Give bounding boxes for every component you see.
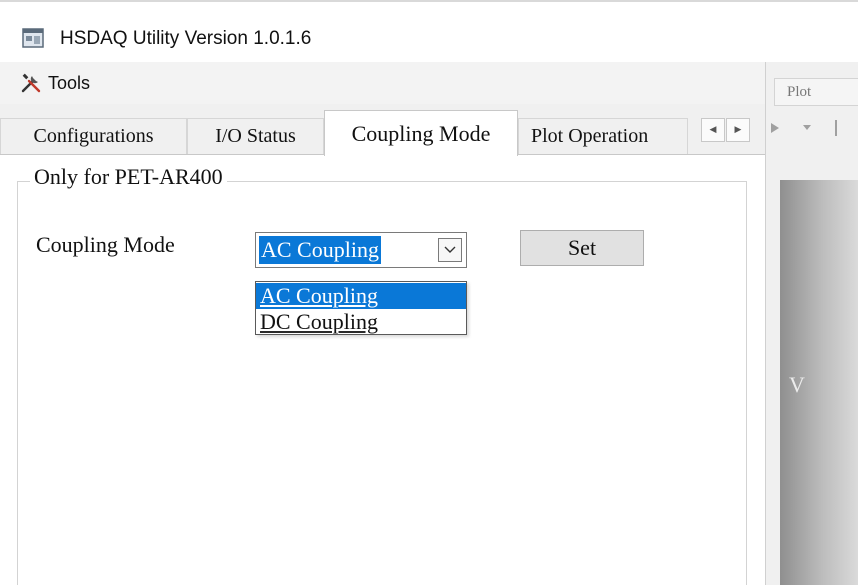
tab-plot-operation[interactable]: Plot Operation — [518, 118, 688, 154]
tools-icon — [21, 73, 41, 93]
plot-axis-label: V — [789, 372, 805, 397]
option-dc-coupling[interactable]: DC Coupling — [256, 309, 466, 335]
chevron-right-icon: ▶ — [734, 125, 742, 135]
app-window-icon — [22, 28, 44, 48]
groupbox-legend: Only for PET-AR400 — [30, 164, 227, 190]
tools-menu-label: Tools — [48, 72, 91, 93]
tab-scroll-right-button[interactable]: ▶ — [726, 118, 750, 142]
play-icon[interactable] — [770, 122, 780, 134]
window-title: HSDAQ Utility Version 1.0.1.6 — [60, 28, 312, 49]
option-ac-coupling[interactable]: AC Coupling — [256, 283, 466, 309]
tab-plot[interactable]: Plot — [774, 78, 858, 106]
tab-io-status[interactable]: I/O Status — [187, 118, 324, 154]
dropdown-button[interactable] — [438, 238, 462, 262]
set-button[interactable]: Set — [520, 230, 644, 266]
chevron-left-icon: ◀ — [709, 125, 717, 135]
tools-menu[interactable]: Tools — [20, 68, 90, 98]
coupling-mode-select[interactable]: AC Coupling — [255, 232, 467, 268]
tab-coupling-mode[interactable]: Coupling Mode — [324, 110, 518, 156]
coupling-mode-label: Coupling Mode — [36, 232, 175, 257]
title-bar: HSDAQ Utility Version 1.0.1.6 — [0, 0, 858, 62]
menu-bar: Tools — [0, 62, 765, 104]
plot-toolbar — [770, 120, 838, 136]
chevron-down-icon — [444, 246, 456, 253]
divider-icon — [835, 120, 837, 136]
tab-scroll-left-button[interactable]: ◀ — [701, 118, 725, 142]
chevron-down-icon[interactable] — [802, 124, 812, 132]
coupling-mode-selected-value: AC Coupling — [259, 236, 381, 264]
tab-configurations[interactable]: Configurations — [0, 118, 187, 154]
coupling-mode-dropdown-list: AC Coupling DC Coupling — [255, 281, 467, 335]
